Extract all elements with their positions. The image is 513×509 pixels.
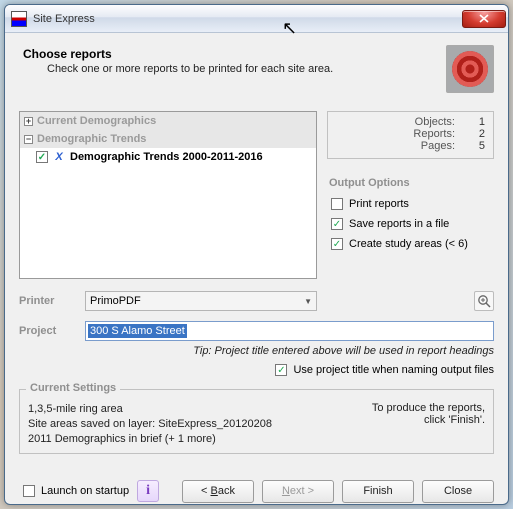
output-options-title: Output Options bbox=[329, 177, 494, 189]
stats-panel: Objects: 1 Reports: 2 Pages: 5 bbox=[327, 111, 494, 159]
close-icon bbox=[479, 14, 489, 23]
project-title-input[interactable]: 300 S Alamo Street bbox=[85, 321, 494, 341]
stat-reports-label: Reports: bbox=[413, 128, 455, 140]
checkbox-icon bbox=[275, 364, 287, 376]
current-settings-line: Site areas saved on layer: SiteExpress_2… bbox=[28, 417, 321, 432]
project-label: Project bbox=[19, 325, 75, 337]
report-tree[interactable]: + Current Demographics − Demographic Tre… bbox=[19, 111, 317, 279]
project-title-value: 300 S Alamo Street bbox=[88, 324, 187, 338]
tree-item-checkbox[interactable]: ✓ bbox=[36, 151, 48, 163]
target-icon bbox=[452, 51, 488, 87]
stat-reports-value: 2 bbox=[463, 128, 485, 140]
current-settings-line: 1,3,5-mile ring area bbox=[28, 402, 321, 417]
checkbox-icon bbox=[331, 238, 343, 250]
header-subtitle: Check one or more reports to be printed … bbox=[47, 63, 436, 75]
next-button: Next > bbox=[262, 480, 334, 503]
checkbox-label: Launch on startup bbox=[41, 485, 129, 497]
printer-settings-button[interactable] bbox=[474, 291, 494, 311]
use-project-title-checkbox[interactable]: Use project title when naming output fil… bbox=[275, 364, 494, 376]
close-button[interactable]: Close bbox=[422, 480, 494, 503]
stat-objects-label: Objects: bbox=[415, 116, 455, 128]
create-study-areas-checkbox[interactable]: Create study areas (< 6) bbox=[331, 238, 494, 250]
tree-item-demographic-trends-2000-2011-2016[interactable]: ✓ X Demographic Trends 2000-2011-2016 bbox=[20, 148, 316, 166]
checkbox-icon bbox=[23, 485, 35, 497]
tree-group-current-demographics[interactable]: + Current Demographics bbox=[20, 112, 316, 130]
finish-hint-line: click 'Finish'. bbox=[321, 414, 485, 426]
window-close-button[interactable] bbox=[462, 10, 506, 28]
print-reports-checkbox[interactable]: Print reports bbox=[331, 198, 494, 210]
save-reports-checkbox[interactable]: Save reports in a file bbox=[331, 218, 494, 230]
chevron-down-icon: ▼ bbox=[304, 297, 312, 306]
dialog-window: Site Express Choose reports Check one or… bbox=[4, 4, 509, 505]
stat-pages-value: 5 bbox=[463, 140, 485, 152]
tree-group-label: Current Demographics bbox=[37, 115, 156, 127]
launch-on-startup-checkbox[interactable]: Launch on startup bbox=[23, 485, 129, 497]
stat-objects-value: 1 bbox=[463, 116, 485, 128]
back-button[interactable]: < Back bbox=[182, 480, 254, 503]
checkbox-label: Save reports in a file bbox=[349, 218, 449, 230]
printer-value: PrimoPDF bbox=[90, 295, 141, 307]
current-settings-group: Current Settings 1,3,5-mile ring area Si… bbox=[19, 389, 494, 454]
window-title: Site Express bbox=[33, 13, 456, 25]
app-icon bbox=[11, 11, 27, 27]
tree-item-label: Demographic Trends 2000-2011-2016 bbox=[70, 151, 263, 163]
collapse-icon[interactable]: − bbox=[24, 135, 33, 144]
current-settings-legend: Current Settings bbox=[26, 382, 120, 394]
checkbox-label: Create study areas (< 6) bbox=[349, 238, 468, 250]
brand-logo bbox=[446, 45, 494, 93]
report-x-icon: X bbox=[52, 151, 66, 163]
current-settings-line: 2011 Demographics in brief (+ 1 more) bbox=[28, 432, 321, 447]
checkbox-icon bbox=[331, 198, 343, 210]
info-button[interactable]: i bbox=[137, 480, 159, 502]
checkbox-icon bbox=[331, 218, 343, 230]
titlebar[interactable]: Site Express bbox=[5, 5, 508, 33]
expand-icon[interactable]: + bbox=[24, 117, 33, 126]
finish-hint-line: To produce the reports, bbox=[321, 402, 485, 414]
stat-pages-label: Pages: bbox=[421, 140, 455, 152]
checkbox-label: Print reports bbox=[349, 198, 409, 210]
header-title: Choose reports bbox=[23, 47, 436, 61]
checkbox-label: Use project title when naming output fil… bbox=[293, 364, 494, 376]
finish-button[interactable]: Finish bbox=[342, 480, 414, 503]
printer-label: Printer bbox=[19, 295, 75, 307]
project-tip: Tip: Project title entered above will be… bbox=[19, 345, 494, 357]
tree-group-demographic-trends[interactable]: − Demographic Trends bbox=[20, 130, 316, 148]
printer-dropdown[interactable]: PrimoPDF ▼ bbox=[85, 291, 317, 311]
magnifier-plus-icon bbox=[477, 294, 491, 308]
tree-group-label: Demographic Trends bbox=[37, 133, 146, 145]
